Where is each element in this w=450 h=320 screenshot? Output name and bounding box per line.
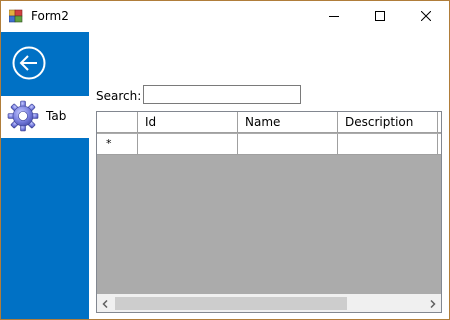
minimize-button[interactable] <box>311 1 357 31</box>
grid-header-row: Id Name Description <box>97 112 441 133</box>
window-title: Form2 <box>31 9 69 23</box>
search-label: Search: <box>96 89 142 103</box>
form-window: Form2 Tab Search: Id Name Description * <box>0 0 450 320</box>
sidebar-item-label: Tab <box>46 109 67 123</box>
maximize-button[interactable] <box>357 1 403 31</box>
scroll-left-button[interactable] <box>97 295 114 312</box>
chevron-left-icon <box>102 299 108 308</box>
column-header-filler <box>438 112 441 133</box>
title-bar[interactable]: Form2 <box>1 1 449 32</box>
back-button[interactable] <box>12 46 46 80</box>
new-row-cell-name[interactable] <box>238 134 338 155</box>
new-row-marker: * <box>106 137 112 150</box>
horizontal-scrollbar[interactable] <box>97 294 441 312</box>
minimize-icon <box>329 16 339 17</box>
sidebar: Tab <box>1 32 89 319</box>
chevron-right-icon <box>430 299 436 308</box>
app-icon <box>9 9 23 23</box>
column-header-id[interactable]: Id <box>138 112 238 133</box>
search-input[interactable] <box>143 85 301 104</box>
column-header-description[interactable]: Description <box>338 112 438 133</box>
close-icon <box>421 11 431 21</box>
data-grid[interactable]: Id Name Description * <box>96 111 442 313</box>
row-header-corner[interactable] <box>97 112 138 133</box>
sidebar-item-tab[interactable]: Tab <box>1 96 89 138</box>
new-row-header[interactable]: * <box>97 134 138 155</box>
scrollbar-thumb[interactable] <box>115 297 347 310</box>
new-row[interactable]: * <box>97 134 441 155</box>
column-header-name[interactable]: Name <box>238 112 338 133</box>
scroll-right-button[interactable] <box>424 295 441 312</box>
close-button[interactable] <box>403 1 449 31</box>
new-row-cell-description[interactable] <box>338 134 438 155</box>
back-arrow-icon <box>12 46 46 80</box>
new-row-filler <box>438 134 441 155</box>
new-row-cell-id[interactable] <box>138 134 238 155</box>
gear-icon <box>7 100 39 132</box>
maximize-icon <box>375 11 385 21</box>
